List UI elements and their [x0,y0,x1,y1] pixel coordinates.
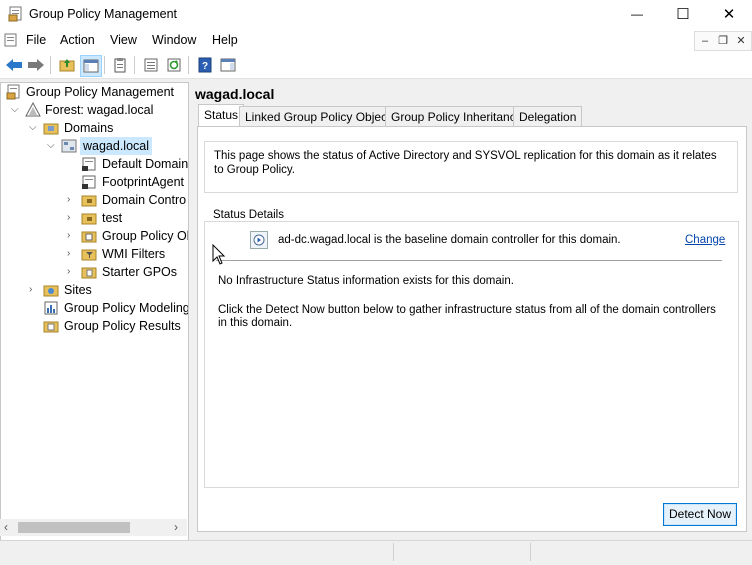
mouse-cursor-icon [212,243,226,266]
detect-now-button[interactable]: Detect Now [663,503,737,526]
chevron-right-icon[interactable]: › [67,227,77,245]
ou-folder-icon [81,192,97,208]
status-bar-divider [530,543,531,561]
toolbar-separator [134,56,135,74]
forest-icon [25,101,41,118]
scroll-right-icon[interactable]: › [174,520,178,534]
page-title: wagad.local [195,86,275,102]
toolbar-separator [188,56,189,74]
domains-folder-icon [43,120,59,136]
scrollbar-thumb[interactable] [18,522,130,533]
console-system-icon[interactable] [4,33,18,47]
menu-action[interactable]: Action [60,33,95,47]
status-details-group [204,221,739,488]
domain-icon [61,138,77,154]
tree-horizontal-scrollbar[interactable]: ‹ › [0,519,187,536]
tab-delegation[interactable]: Delegation [513,106,583,127]
chevron-right-icon[interactable]: › [67,191,77,209]
chevron-down-icon[interactable]: ⌵ [47,137,57,155]
gpo-link-icon [81,174,97,190]
mdi-controls: – ❐ ✕ [694,31,752,51]
chevron-down-icon[interactable]: ⌵ [29,119,39,137]
folder-up-icon [59,59,75,72]
chevron-right-icon[interactable]: › [29,281,39,299]
export-list-button[interactable] [141,55,161,75]
domain-controller-icon [250,231,268,249]
tab-status[interactable]: Status [198,104,245,128]
chevron-right-icon[interactable]: › [67,209,77,227]
svg-text:?: ? [202,61,208,72]
status-details-label: Status Details [211,209,286,221]
window-title: Group Policy Management [29,7,177,21]
gpo-folder-icon [81,228,97,244]
baseline-dc-text: ad-dc.wagad.local is the baseline domain… [278,234,621,246]
help-button[interactable]: ? [195,55,215,75]
maximize-icon: ☐ [676,6,690,23]
refresh-icon [167,58,181,72]
list-icon [144,58,158,72]
console-tree[interactable]: Group Policy Management ⌵ Forest: wagad.… [0,82,189,541]
forward-button[interactable] [26,55,46,75]
arrow-left-icon [6,59,22,71]
starter-gpo-folder-icon [81,264,97,280]
menu-file[interactable]: File [26,33,46,47]
show-hide-tree-button[interactable] [80,55,102,77]
properties-button[interactable] [110,55,130,75]
mdi-restore-button[interactable]: ❐ [714,32,732,50]
detect-instructions-text: Click the Detect Now button below to gat… [218,304,716,329]
infrastructure-status-text: No Infrastructure Status information exi… [218,275,514,287]
mdi-minimize-button[interactable]: – [696,32,714,50]
console-tree-icon [83,59,99,73]
divider [216,260,722,261]
close-button[interactable]: ✕ [706,0,752,28]
toolbar-separator [50,56,51,74]
gpo-link-icon [81,156,97,172]
maximize-button[interactable]: ☐ [660,0,706,28]
clipboard-icon [114,58,126,73]
gpm-icon [6,84,22,100]
menu-help[interactable]: Help [212,33,238,47]
arrow-right-icon [28,59,44,71]
menu-view[interactable]: View [110,33,137,47]
gpm-app-icon [8,6,24,22]
wmi-filter-icon [81,246,97,262]
chevron-right-icon[interactable]: › [67,263,77,281]
back-button[interactable] [4,55,24,75]
modeling-icon [43,300,59,316]
mdi-close-button[interactable]: ✕ [732,32,750,50]
chevron-right-icon[interactable]: › [67,245,77,263]
up-folder-button[interactable] [57,55,77,75]
action-pane-icon [220,58,236,72]
tab-gp-inheritance[interactable]: Group Policy Inheritance [385,106,529,127]
toolbar-separator [104,56,105,74]
minimize-icon: — [631,7,643,21]
change-link[interactable]: Change [685,234,725,246]
intro-text: This page shows the status of Active Dir… [214,150,717,176]
ou-folder-icon [81,210,97,226]
tab-linked-gpos[interactable]: Linked Group Policy Objects [239,106,403,127]
show-action-pane-button[interactable] [218,55,238,75]
status-bar [0,540,752,565]
menu-window[interactable]: Window [152,33,196,47]
status-bar-divider [393,543,394,561]
results-icon [43,318,59,334]
help-icon: ? [198,57,212,73]
minimize-button[interactable]: — [614,0,660,28]
scroll-left-icon[interactable]: ‹ [4,520,8,534]
sites-folder-icon [43,282,59,298]
chevron-down-icon[interactable]: ⌵ [11,101,21,119]
refresh-button[interactable] [164,55,184,75]
close-icon: ✕ [722,6,736,23]
